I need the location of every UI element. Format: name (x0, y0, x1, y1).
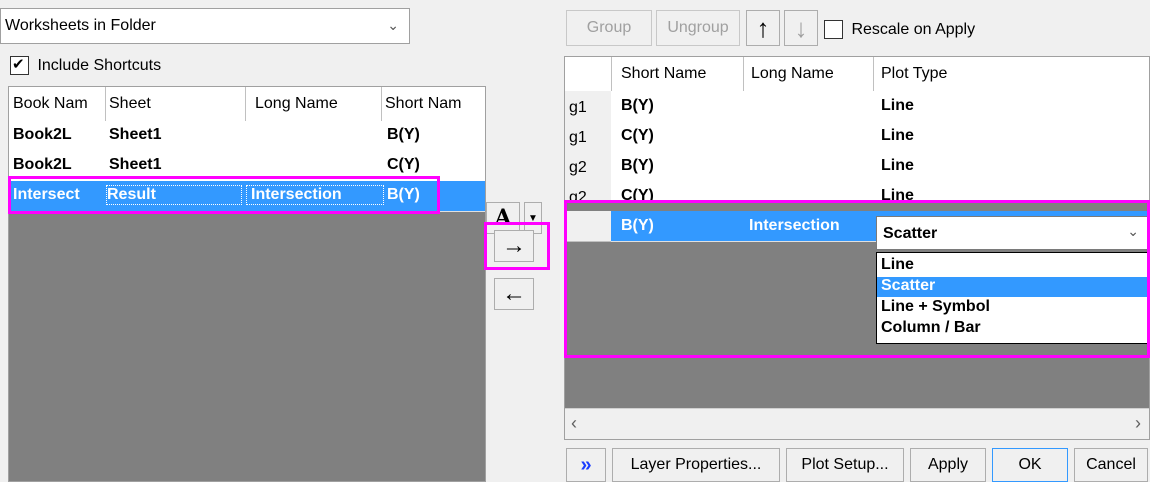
chevron-down-icon[interactable]: ⌄ (387, 17, 399, 34)
col-long-name[interactable]: Long Name (751, 65, 834, 83)
group-button[interactable]: Group (566, 10, 652, 46)
apply-button[interactable]: Apply (910, 448, 986, 482)
selection-highlight-right (564, 200, 1150, 358)
include-shortcuts-checkbox[interactable]: Include Shortcuts (10, 55, 162, 78)
col-sheet[interactable]: Sheet (109, 95, 151, 115)
col-long-name[interactable]: Long Name (255, 95, 338, 115)
checkbox-icon[interactable] (824, 20, 843, 39)
group-label: g1 (569, 99, 587, 116)
ok-button[interactable]: OK (992, 448, 1068, 482)
source-combo[interactable]: Worksheets in Folder ⌄ (0, 8, 410, 44)
table-row[interactable]: g2 B(Y) Line (565, 151, 1149, 182)
ungroup-button[interactable]: Ungroup (656, 10, 740, 46)
rescale-on-apply-label: Rescale on Apply (851, 20, 976, 38)
arrow-down-icon: ↓ (794, 12, 808, 43)
group-label: g2 (569, 159, 587, 176)
remove-from-plot-button[interactable]: ← (494, 278, 534, 310)
worksheets-table[interactable]: Book Nam Sheet Long Name Short Nam Book2… (8, 86, 486, 482)
col-plot-type[interactable]: Plot Type (881, 65, 947, 83)
checkbox-icon[interactable] (10, 55, 29, 75)
move-down-button[interactable]: ↓ (784, 10, 818, 46)
add-to-plot-button[interactable]: → (494, 230, 534, 262)
include-shortcuts-label: Include Shortcuts (37, 56, 162, 74)
rescale-on-apply-checkbox[interactable]: Rescale on Apply (824, 20, 975, 42)
double-chevron-right-icon: » (580, 453, 592, 476)
plot-setup-button[interactable]: Plot Setup... (786, 448, 904, 482)
arrow-left-icon: ← (502, 280, 526, 307)
move-up-button[interactable]: ↑ (746, 10, 780, 46)
source-combo-value: Worksheets in Folder (5, 17, 156, 34)
col-book-name[interactable]: Book Nam (13, 95, 105, 115)
table-row[interactable]: g1 B(Y) Line (565, 91, 1149, 122)
cancel-button[interactable]: Cancel (1074, 448, 1148, 482)
table-header: Book Nam Sheet Long Name Short Nam (9, 87, 485, 122)
expand-button[interactable]: » (566, 448, 606, 482)
table-header: Short Name Long Name Plot Type (565, 57, 1149, 92)
selection-highlight-left (8, 176, 440, 214)
scroll-right-icon[interactable]: › (1135, 413, 1141, 434)
scroll-left-icon[interactable]: ‹ (571, 413, 577, 434)
horizontal-scrollbar[interactable]: ‹ › (565, 408, 1149, 439)
table-row[interactable]: g1 C(Y) Line (565, 121, 1149, 152)
group-label: g1 (569, 129, 587, 146)
col-short-name[interactable]: Short Name (621, 65, 706, 83)
layer-properties-button[interactable]: Layer Properties... (612, 448, 780, 482)
arrow-right-icon: → (502, 232, 526, 259)
col-short-name[interactable]: Short Nam (385, 95, 483, 115)
table-row[interactable]: g2 C(Y) Line (565, 181, 1149, 201)
arrow-up-icon: ↑ (756, 12, 770, 43)
table-row[interactable]: Book2L Sheet1 B(Y) (9, 121, 485, 152)
